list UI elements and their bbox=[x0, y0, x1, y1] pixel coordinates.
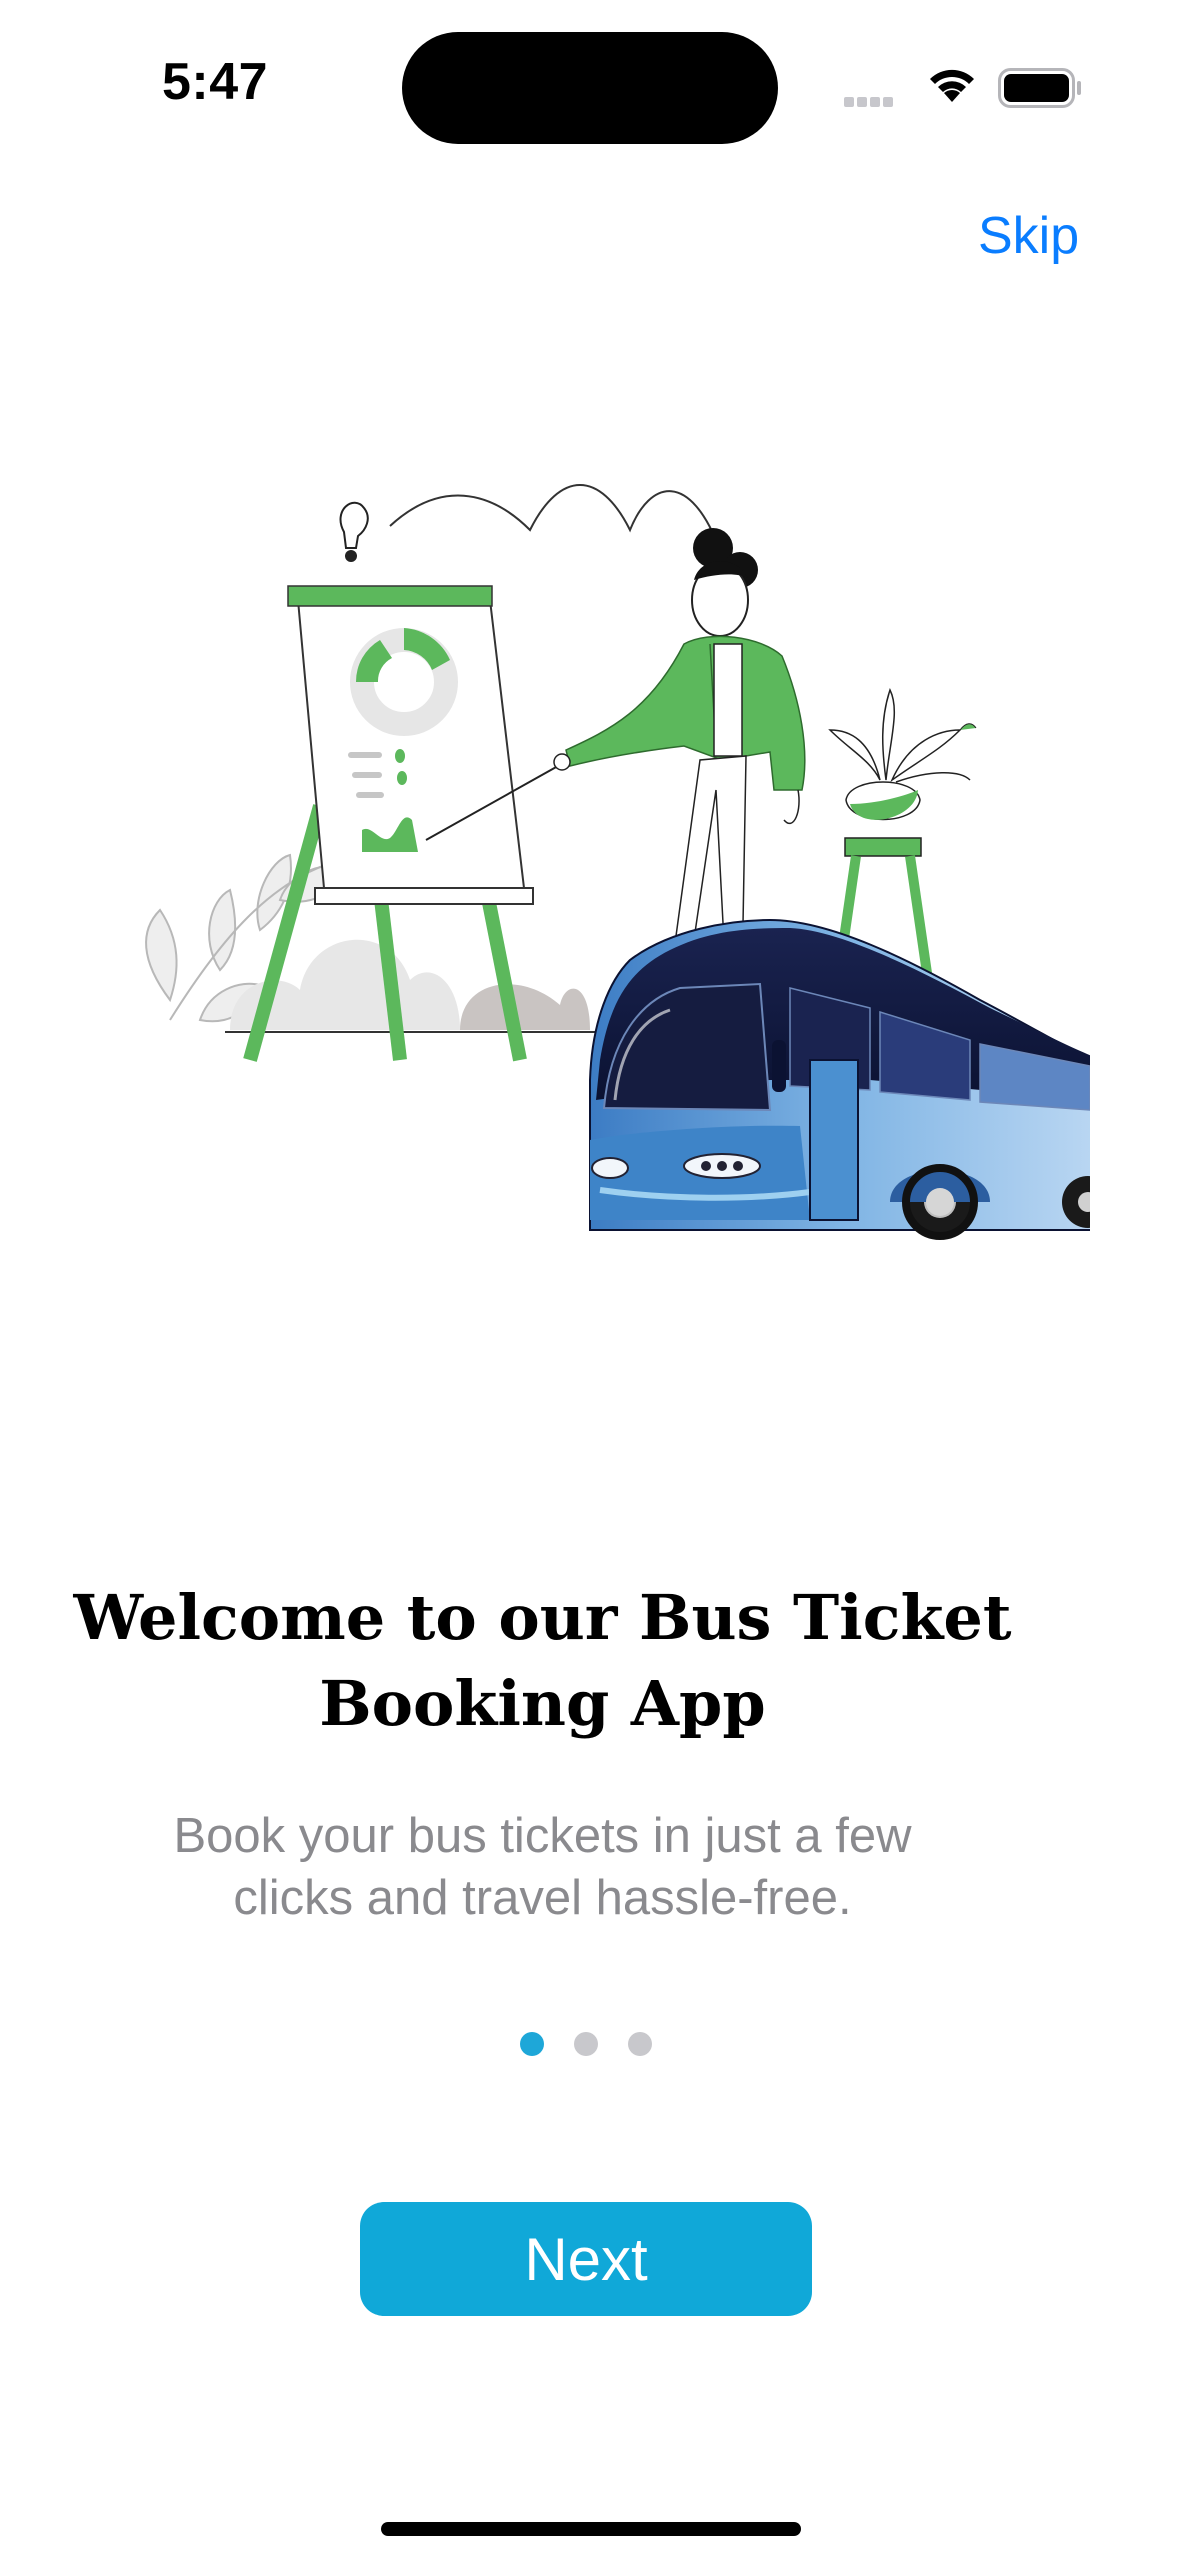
onboarding-subtitle: Book your bus tickets in just a few clic… bbox=[173, 1809, 912, 1925]
cellular-signal-icon bbox=[844, 94, 896, 112]
page-dot-1-active[interactable] bbox=[520, 2032, 544, 2056]
next-button[interactable]: Next bbox=[360, 2202, 812, 2316]
battery-icon bbox=[998, 68, 1081, 108]
skip-button[interactable]: Skip bbox=[958, 196, 1099, 276]
lightbulb-icon bbox=[339, 501, 369, 562]
wifi-icon bbox=[930, 69, 974, 102]
presenter-figure bbox=[553, 528, 806, 981]
page-indicator bbox=[520, 2032, 660, 2056]
dynamic-island bbox=[402, 32, 778, 144]
page-dot-3[interactable] bbox=[628, 2032, 652, 2056]
status-icons bbox=[844, 60, 1084, 110]
onboarding-illustration bbox=[145, 484, 1090, 1240]
onboarding-title: Welcome to our Bus Ticket Booking App bbox=[73, 1581, 1012, 1740]
home-indicator[interactable] bbox=[381, 2522, 801, 2536]
page-dot-2[interactable] bbox=[574, 2032, 598, 2056]
bus-image bbox=[589, 918, 1090, 1240]
status-time: 5:47 bbox=[162, 53, 269, 111]
status-bar: 5:47 bbox=[0, 0, 1179, 170]
